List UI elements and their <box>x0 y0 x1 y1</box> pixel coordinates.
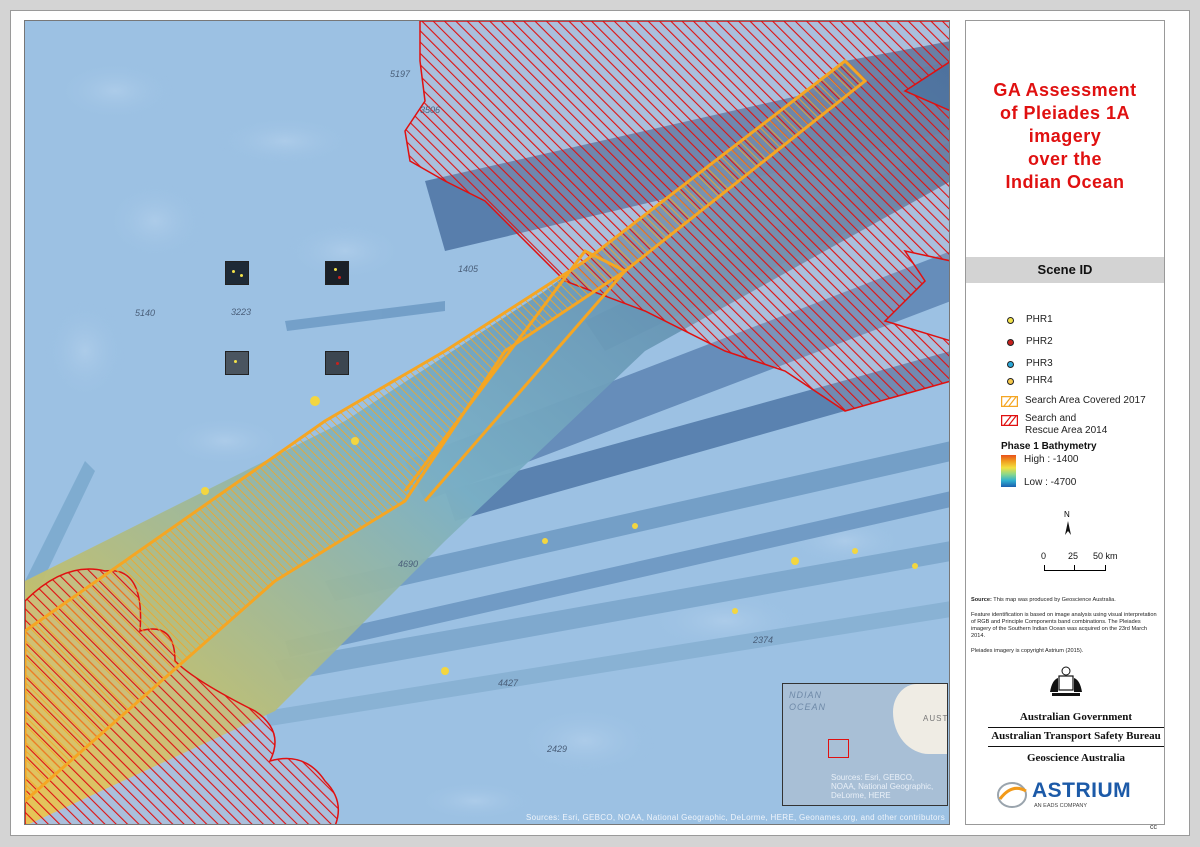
astrium-logo: ASTRIUM AN EADS COMPANY <box>996 779 1156 819</box>
sar-area-swatch-icon <box>1001 415 1018 426</box>
legend-panel: GA Assessment of Pleiades 1A imagery ove… <box>965 20 1165 825</box>
coat-of-arms-icon <box>1050 666 1082 696</box>
bathymetry-legend-title: Phase 1 Bathymetry <box>1001 441 1097 452</box>
map-view[interactable]: 5197 3506 1405 5140 3223 4690 2374 4427 … <box>24 20 950 825</box>
bathymetry-color-ramp <box>1001 455 1016 487</box>
legend-phr3: PHR3 <box>1026 358 1053 369</box>
depth-label: 4427 <box>498 678 519 688</box>
depth-label: 5140 <box>135 308 156 318</box>
inset-ocean-label: NDIAN <box>789 690 823 700</box>
depth-label: 2429 <box>547 744 568 754</box>
phr4-marker-icon <box>1007 378 1014 385</box>
depth-label: 2374 <box>753 635 774 645</box>
inset-ocean-label: OCEAN <box>789 702 827 712</box>
phr2-marker-icon <box>1007 339 1014 346</box>
source-note: Source: This map was produced by Geoscie… <box>971 597 1116 603</box>
scene-thumbnail-phr2[interactable] <box>325 261 349 285</box>
depth-label: 1405 <box>458 264 479 274</box>
legend-search-area: Search Area Covered 2017 <box>1025 395 1146 406</box>
legend-phr4: PHR4 <box>1026 375 1053 386</box>
phr3-marker-icon <box>1007 361 1014 368</box>
gov-line-3: Geoscience Australia <box>1026 752 1126 764</box>
gov-line-2: Australian Transport Safety Bureau <box>991 730 1161 742</box>
astrium-swoosh-icon <box>997 782 1027 808</box>
scale-bar <box>1044 565 1106 571</box>
inset-map: NDIAN OCEAN AUSTR Sources: Esri, GEBCO, … <box>782 683 948 806</box>
bathymetry-low-label: Low : -4700 <box>1024 477 1077 488</box>
gov-divider <box>988 746 1164 747</box>
map-attribution: Sources: Esri, GEBCO, NOAA, National Geo… <box>525 813 945 822</box>
map-title: GA Assessment of Pleiades 1A imagery ove… <box>993 80 1137 192</box>
bathymetry-high-label: High : -1400 <box>1024 454 1079 465</box>
gov-divider <box>988 727 1164 728</box>
cc-license-badge: cc <box>1150 824 1157 831</box>
feature-note: Feature identification is based on image… <box>971 612 1157 639</box>
scene-id-header: Scene ID <box>966 257 1164 283</box>
scale-label-25: 25 <box>1068 551 1079 561</box>
scene-thumbnail-phr3[interactable] <box>225 351 249 375</box>
scale-label-50: 50 km <box>1093 551 1118 561</box>
legend-phr1: PHR1 <box>1026 314 1053 325</box>
gov-line-1: Australian Government <box>1019 711 1133 723</box>
legend-phr2: PHR2 <box>1026 336 1053 347</box>
inset-extent-box <box>828 739 849 758</box>
depth-label: 3506 <box>420 105 441 115</box>
scale-label-0: 0 <box>1041 551 1047 561</box>
phr1-marker-icon <box>1007 317 1014 324</box>
depth-label: 5197 <box>390 69 411 79</box>
legend-sar-area: Search and Rescue Area 2014 <box>1025 413 1108 436</box>
search-area-swatch-icon <box>1001 396 1018 407</box>
svg-text:N: N <box>1064 510 1070 519</box>
copyright-note: Pleiades imagery is copyright Astrium (2… <box>971 648 1084 654</box>
north-arrow-icon: N <box>1064 510 1071 535</box>
scene-thumbnail-phr4[interactable] <box>325 351 349 375</box>
scene-thumbnail-phr1[interactable] <box>225 261 249 285</box>
depth-label: 4690 <box>398 559 419 569</box>
inset-land-label: AUSTR <box>923 714 948 723</box>
depth-label: 3223 <box>231 307 252 317</box>
inset-sources: Sources: Esri, GEBCO, NOAA, National Geo… <box>831 773 934 800</box>
